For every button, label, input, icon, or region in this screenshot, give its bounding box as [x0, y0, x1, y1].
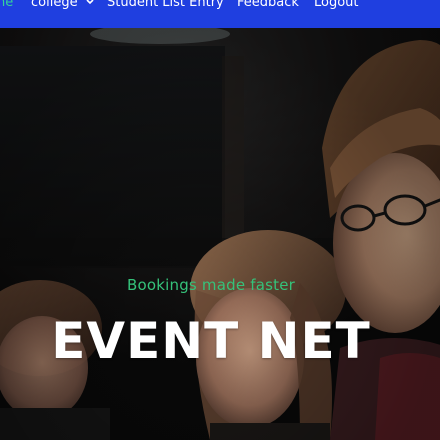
nav-item-student-list-entry[interactable]: Student List Entry: [107, 0, 224, 9]
hero-background-image: [0, 28, 440, 440]
chevron-down-icon: [86, 0, 94, 9]
nav-item-college-label: college: [31, 0, 78, 10]
hero-section: [0, 28, 440, 440]
nav-item-feedback-label: Feedback: [237, 0, 299, 10]
nav-item-feedback[interactable]: Feedback: [237, 0, 299, 9]
nav-item-home-label: ne: [0, 0, 14, 10]
nav-item-home[interactable]: ne: [0, 0, 13, 9]
hero-tagline: Bookings made faster: [127, 276, 295, 294]
top-navbar: ne college Student List Entry Feedback L…: [0, 0, 440, 28]
nav-item-logout-label: Logout: [314, 0, 359, 10]
nav-item-logout[interactable]: Logout: [314, 0, 359, 9]
nav-item-college[interactable]: college: [31, 0, 94, 10]
page: ne college Student List Entry Feedback L…: [0, 0, 440, 440]
nav-item-student-list-entry-label: Student List Entry: [107, 0, 224, 10]
hero-title: EVENT NET: [51, 312, 371, 370]
